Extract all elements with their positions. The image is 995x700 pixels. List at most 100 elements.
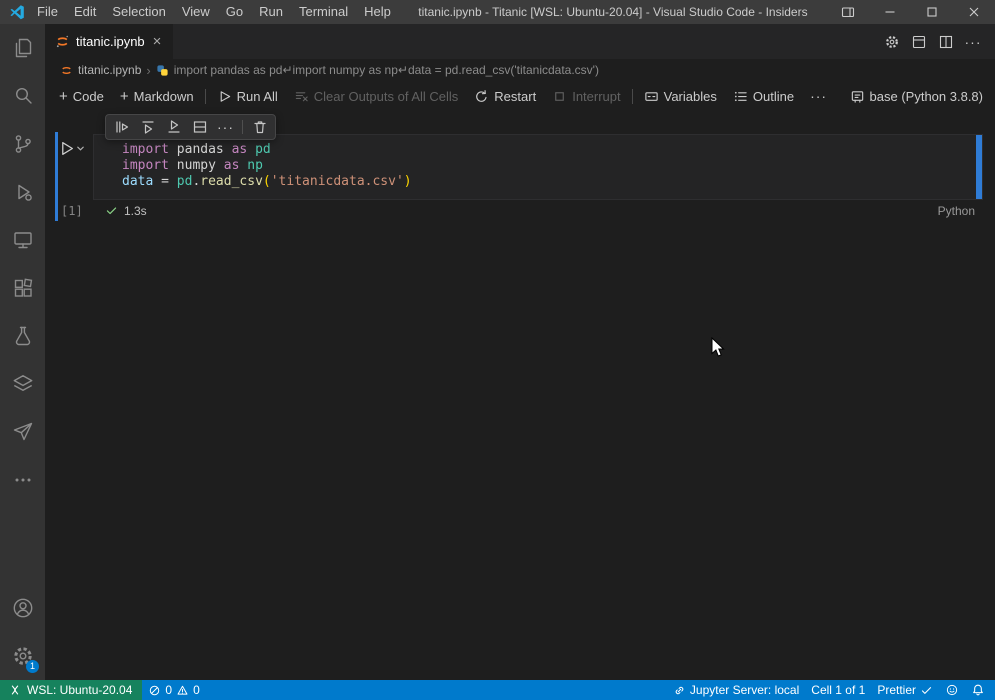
menu-terminal[interactable]: Terminal bbox=[291, 0, 356, 24]
split-cell-icon[interactable] bbox=[187, 116, 212, 138]
cell-status-bar: 1.3s Python bbox=[93, 200, 983, 221]
jupyter-server-icon bbox=[675, 686, 684, 694]
account-icon[interactable] bbox=[0, 584, 45, 632]
notifications-bell-icon[interactable] bbox=[965, 683, 995, 697]
chevron-right-icon: › bbox=[146, 62, 151, 78]
delete-cell-icon[interactable] bbox=[247, 116, 272, 138]
interrupt-label: Interrupt bbox=[572, 88, 621, 104]
play-icon bbox=[220, 90, 230, 102]
search-icon[interactable] bbox=[0, 72, 45, 120]
remote-explorer-icon[interactable] bbox=[0, 216, 45, 264]
tab-bar: titanic.ipynb × ··· bbox=[45, 24, 995, 59]
cell-position-label: Cell 1 of 1 bbox=[811, 683, 866, 697]
execution-count: [1] bbox=[61, 203, 83, 218]
notebook-editor: ··· [1] import pandas as pd import numpy… bbox=[45, 111, 995, 680]
notebook-cell: [1] import pandas as pd import numpy as n… bbox=[45, 132, 995, 221]
problems-indicator[interactable]: 0 0 bbox=[142, 680, 205, 700]
check-icon bbox=[921, 686, 932, 694]
prettier-indicator[interactable]: Prettier bbox=[871, 683, 939, 697]
run-cell-button[interactable] bbox=[58, 140, 75, 157]
toolbar-separator bbox=[204, 88, 206, 104]
cell-code[interactable]: import pandas as pd import numpy as np dat… bbox=[122, 142, 970, 190]
more-items-icon[interactable] bbox=[0, 456, 45, 504]
layout-icon[interactable] bbox=[827, 0, 869, 24]
formatter-label: Prettier bbox=[877, 683, 916, 697]
variables-icon bbox=[644, 91, 658, 101]
clear-outputs-button[interactable]: Clear Outputs of All Cells bbox=[286, 83, 467, 109]
execute-below-cells-icon[interactable] bbox=[161, 116, 186, 138]
kernel-icon bbox=[851, 90, 863, 103]
settings-gear-icon[interactable]: 1 bbox=[0, 632, 45, 680]
clear-all-icon bbox=[295, 91, 308, 101]
cell-scrollbar-decoration[interactable] bbox=[976, 135, 982, 199]
menu-view[interactable]: View bbox=[174, 0, 218, 24]
code-line: import numpy as np bbox=[122, 158, 263, 173]
title-bar: File Edit Selection View Go Run Terminal… bbox=[0, 0, 995, 24]
menu-bar: File Edit Selection View Go Run Terminal… bbox=[29, 0, 399, 24]
menu-selection[interactable]: Selection bbox=[104, 0, 173, 24]
run-by-line-icon[interactable] bbox=[109, 116, 134, 138]
outline-button[interactable]: Outline bbox=[725, 83, 802, 109]
outline-label: Outline bbox=[752, 88, 795, 104]
notebook-settings-gear-icon[interactable] bbox=[880, 30, 904, 54]
vscode-logo-icon bbox=[9, 4, 25, 20]
cell-editor[interactable]: import pandas as pd import numpy as np dat… bbox=[93, 134, 983, 200]
run-and-debug-icon[interactable] bbox=[0, 168, 45, 216]
cell-focus-bar[interactable] bbox=[55, 132, 58, 221]
cell-body: import pandas as pd import numpy as np dat… bbox=[93, 134, 983, 221]
remote-icon bbox=[11, 685, 19, 695]
extensions-icon[interactable] bbox=[0, 264, 45, 312]
chevron-down-icon[interactable] bbox=[76, 144, 85, 153]
tab-label: titanic.ipynb bbox=[76, 34, 145, 49]
execute-above-cells-icon[interactable] bbox=[135, 116, 160, 138]
menu-help[interactable]: Help bbox=[356, 0, 399, 24]
tab-close-icon[interactable]: × bbox=[151, 34, 164, 49]
explorer-icon[interactable] bbox=[0, 24, 45, 72]
testing-beaker-icon[interactable] bbox=[0, 312, 45, 360]
cell-language-picker[interactable]: Python bbox=[938, 204, 983, 218]
activity-bar: 1 bbox=[0, 24, 45, 680]
plus-icon: + bbox=[59, 87, 68, 105]
settings-badge: 1 bbox=[26, 660, 39, 673]
interrupt-button[interactable]: Interrupt bbox=[544, 83, 628, 109]
jupyter-server-indicator[interactable]: Jupyter Server: local bbox=[667, 683, 805, 697]
stop-icon bbox=[555, 91, 565, 101]
add-code-cell-button[interactable]: + Code bbox=[51, 83, 112, 109]
menu-file[interactable]: File bbox=[29, 0, 66, 24]
variables-button[interactable]: Variables bbox=[636, 83, 725, 109]
feedback-smiley-icon[interactable] bbox=[939, 683, 965, 697]
more-cell-actions-icon[interactable]: ··· bbox=[213, 116, 238, 138]
layers-icon[interactable] bbox=[0, 360, 45, 408]
variables-label: Variables bbox=[663, 88, 717, 104]
menu-edit[interactable]: Edit bbox=[66, 0, 104, 24]
source-control-icon[interactable] bbox=[0, 120, 45, 168]
menu-run[interactable]: Run bbox=[251, 0, 291, 24]
minimize-icon[interactable] bbox=[869, 0, 911, 24]
menu-go[interactable]: Go bbox=[218, 0, 251, 24]
kernel-label: base (Python 3.8.8) bbox=[869, 88, 983, 104]
jupyter-icon bbox=[60, 64, 73, 77]
more-actions-icon[interactable]: ··· bbox=[961, 30, 985, 54]
tab-titanic-ipynb[interactable]: titanic.ipynb × bbox=[45, 24, 175, 59]
editor-area: titanic.ipynb × ··· titanic.ipynb › impo… bbox=[45, 24, 995, 680]
python-icon bbox=[156, 64, 169, 77]
kernel-picker[interactable]: base (Python 3.8.8) bbox=[842, 83, 987, 109]
split-editor-icon[interactable] bbox=[934, 30, 958, 54]
breadcrumb: titanic.ipynb › import pandas as pd↵impo… bbox=[45, 59, 995, 81]
cell-position-indicator[interactable]: Cell 1 of 1 bbox=[805, 683, 871, 697]
breadcrumb-cell-content[interactable]: import pandas as pd↵import numpy as np↵d… bbox=[174, 63, 599, 77]
window-title: titanic.ipynb - Titanic [WSL: Ubuntu-20.… bbox=[418, 5, 808, 19]
remote-indicator[interactable]: WSL: Ubuntu-20.04 bbox=[0, 680, 143, 700]
output-panel-icon[interactable] bbox=[907, 30, 931, 54]
status-bar-right: Jupyter Server: local Cell 1 of 1 Pretti… bbox=[667, 683, 995, 697]
cell-gutter: [1] bbox=[45, 134, 93, 221]
status-bar: WSL: Ubuntu-20.04 0 0 Jupyter Server: lo… bbox=[0, 680, 995, 700]
close-icon[interactable] bbox=[953, 0, 995, 24]
add-markdown-cell-button[interactable]: + Markdown bbox=[112, 83, 202, 109]
breadcrumb-file[interactable]: titanic.ipynb bbox=[78, 63, 141, 77]
send-plane-icon[interactable] bbox=[0, 408, 45, 456]
restart-button[interactable]: Restart bbox=[466, 83, 544, 109]
run-all-button[interactable]: Run All bbox=[209, 83, 286, 109]
more-actions-icon[interactable]: ··· bbox=[802, 83, 835, 109]
maximize-icon[interactable] bbox=[911, 0, 953, 24]
